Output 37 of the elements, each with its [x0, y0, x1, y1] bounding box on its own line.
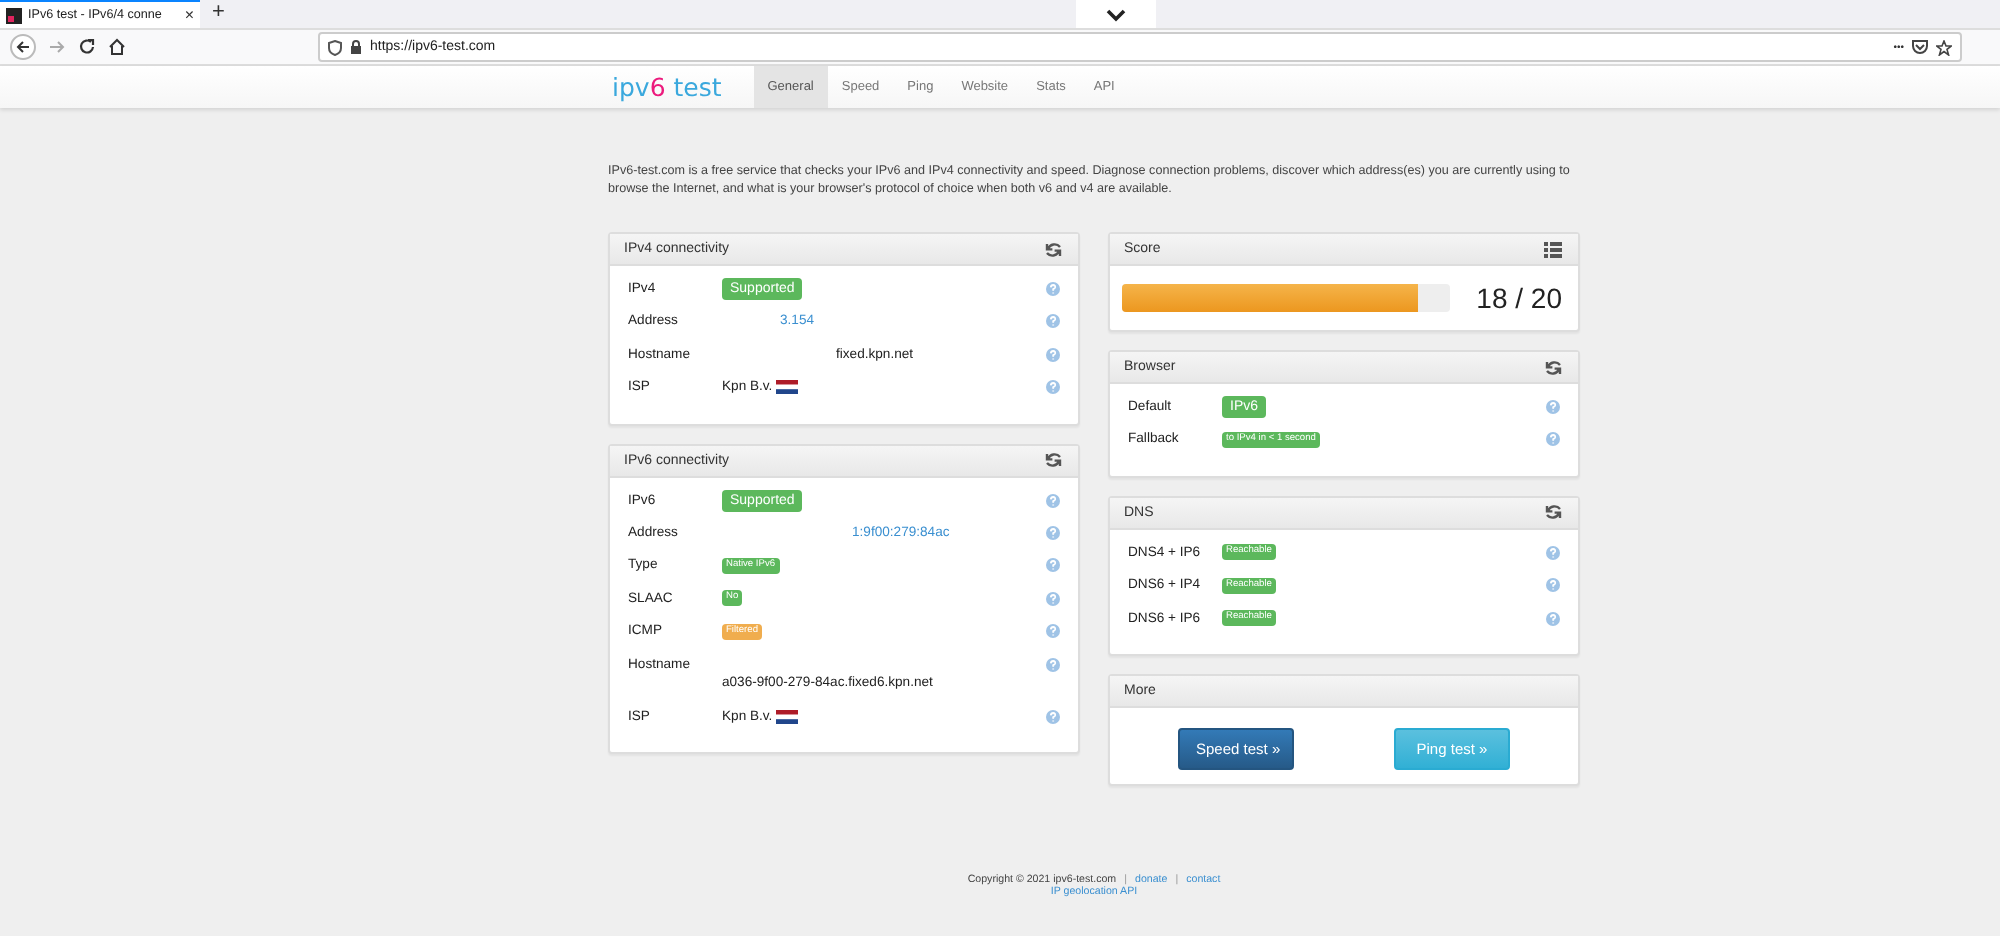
- help-icon[interactable]: [1546, 611, 1560, 626]
- back-icon[interactable]: [10, 34, 36, 60]
- pocket-icon[interactable]: [1912, 40, 1928, 54]
- refresh-icon[interactable]: [1544, 357, 1564, 377]
- help-icon[interactable]: [1046, 709, 1060, 724]
- star-icon[interactable]: [1936, 39, 1952, 55]
- help-icon[interactable]: [1046, 314, 1060, 329]
- help-icon[interactable]: [1046, 282, 1060, 296]
- refresh-icon[interactable]: [1544, 502, 1564, 523]
- chevron-down-icon[interactable]: [1106, 7, 1127, 21]
- list-icon[interactable]: [1544, 239, 1564, 259]
- site-logo[interactable]: ipv6 test: [612, 72, 722, 102]
- lock-icon: [350, 40, 362, 54]
- forward-icon[interactable]: [48, 38, 66, 56]
- help-icon[interactable]: [1046, 525, 1060, 540]
- help-icon[interactable]: [1546, 400, 1560, 414]
- help-icon[interactable]: [1546, 545, 1560, 560]
- flag-icon: [776, 380, 799, 395]
- refresh-icon[interactable]: [1044, 450, 1064, 471]
- help-icon[interactable]: [1046, 591, 1060, 606]
- help-icon[interactable]: [1046, 347, 1060, 362]
- flag-icon: [776, 709, 799, 724]
- help-icon[interactable]: [1046, 657, 1060, 672]
- reload-icon[interactable]: [78, 38, 96, 56]
- home-icon[interactable]: [108, 38, 126, 56]
- help-icon[interactable]: [1046, 558, 1060, 573]
- close-tab-icon[interactable]: ×: [184, 6, 194, 24]
- help-icon[interactable]: [1046, 624, 1060, 639]
- shield-icon: [328, 39, 342, 55]
- score-reading: 18 / 20: [1476, 282, 1562, 314]
- new-tab-button[interactable]: +: [200, 0, 237, 28]
- help-icon[interactable]: [1046, 493, 1060, 508]
- help-icon[interactable]: [1546, 578, 1560, 593]
- help-icon[interactable]: [1546, 432, 1560, 447]
- favicon-icon: [6, 7, 22, 23]
- refresh-icon[interactable]: [1044, 239, 1064, 259]
- help-icon[interactable]: [1046, 380, 1060, 395]
